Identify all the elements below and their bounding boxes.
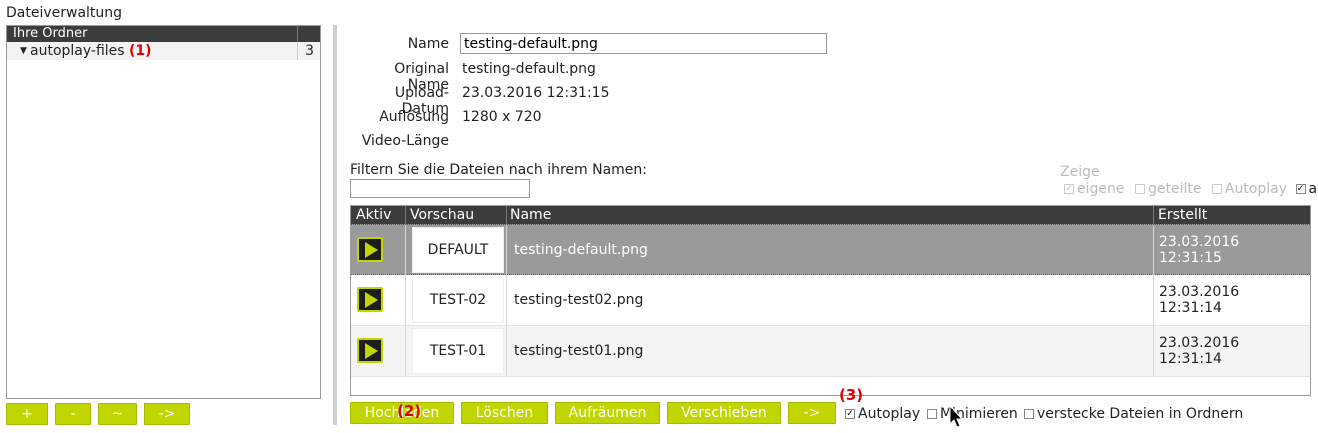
file-name-input[interactable] (460, 33, 827, 54)
show-autoplay-checkbox[interactable] (1211, 184, 1222, 194)
file-table: Aktiv Vorschau Name Erstellt DEFAULT tes… (350, 205, 1311, 396)
folder-panel-header: Ihre Ordner (7, 26, 320, 42)
column-divider (405, 206, 406, 224)
show-autoplay-label: Autoplay (1224, 181, 1288, 197)
created-cell: 23.03.2016 12:31:15 (1159, 234, 1240, 266)
video-length-label: Video-Länge (361, 133, 449, 149)
play-icon[interactable] (357, 338, 383, 363)
show-own-checkbox[interactable]: ✓ (1064, 184, 1074, 194)
show-shared-checkbox[interactable] (1134, 184, 1145, 194)
column-divider (506, 275, 507, 326)
column-header-name[interactable]: Name (510, 206, 551, 224)
folder-header-label: Ihre Ordner (13, 26, 88, 41)
autoplay-checkbox[interactable]: ✓ (845, 409, 855, 419)
hide-files-option[interactable]: verstecke Dateien in Ordnern (1024, 406, 1243, 422)
file-name-cell: testing-test02.png (514, 292, 644, 308)
show-filter-options: ✓eigene geteilte Autoplay ✓alle (1064, 181, 1318, 197)
minimize-option[interactable]: Minimieren (927, 406, 1018, 422)
upload-date-value: 23.03.2016 12:31:15 (462, 85, 610, 101)
show-all-checkbox[interactable]: ✓ (1295, 184, 1306, 194)
table-row[interactable]: TEST-01 testing-test01.png 23.03.2016 12:… (351, 326, 1310, 377)
created-cell: 23.03.2016 12:31:14 (1159, 335, 1240, 367)
play-icon[interactable] (357, 287, 383, 312)
move-folder-button[interactable]: -> (144, 403, 190, 425)
annotation-badge: (2) (397, 402, 422, 420)
folder-name[interactable]: autoplay-files (1) (30, 42, 152, 60)
arrow-button[interactable]: -> (788, 402, 836, 424)
folder-file-count: 3 (305, 43, 314, 59)
move-files-button[interactable]: Verschieben (667, 402, 781, 424)
column-divider (1153, 326, 1154, 377)
filter-input[interactable] (350, 179, 530, 198)
row-divider (297, 42, 298, 60)
preview-thumbnail: TEST-01 (412, 328, 504, 374)
hide-files-checkbox[interactable] (1024, 409, 1034, 419)
app-title: Dateiverwaltung (6, 5, 123, 21)
original-name-value: testing-default.png (462, 61, 596, 77)
column-header-preview[interactable]: Vorschau (410, 206, 474, 224)
rename-folder-button[interactable]: ~ (98, 403, 137, 425)
delete-button[interactable]: Löschen (461, 402, 548, 424)
column-divider (506, 206, 507, 224)
column-header-active[interactable]: Aktiv (356, 206, 391, 224)
created-cell: 23.03.2016 12:31:14 (1159, 284, 1240, 316)
play-icon[interactable] (357, 237, 383, 262)
show-all-label: alle (1308, 181, 1318, 197)
cleanup-button[interactable]: Aufräumen (555, 402, 660, 424)
column-divider (506, 326, 507, 377)
preview-thumbnail: DEFAULT (412, 227, 504, 273)
column-divider (1153, 275, 1154, 326)
mouse-pointer-icon (949, 405, 963, 428)
column-divider (405, 275, 406, 326)
caret-down-icon[interactable]: ▼ (20, 42, 27, 60)
folder-item-autoplay-files[interactable]: ▼ autoplay-files (1) 3 (7, 42, 320, 60)
column-divider (506, 225, 507, 276)
header-divider (297, 26, 298, 42)
table-header: Aktiv Vorschau Name Erstellt (351, 206, 1310, 224)
resolution-value: 1280 x 720 (462, 109, 542, 125)
file-name-cell: testing-default.png (514, 242, 648, 258)
autoplay-option-label: Autoplay (858, 406, 921, 422)
minimize-checkbox[interactable] (927, 409, 937, 419)
column-divider (405, 225, 406, 276)
show-title: Zeige (1060, 164, 1100, 180)
name-label: Name (407, 36, 449, 52)
annotation-badge: (1) (129, 43, 152, 59)
column-divider (1153, 206, 1154, 224)
annotation-badge: (3) (839, 386, 864, 404)
show-shared-label: geteilte (1147, 181, 1202, 197)
column-divider (405, 326, 406, 377)
add-folder-button[interactable]: + (6, 403, 48, 425)
table-row[interactable]: DEFAULT testing-default.png 23.03.2016 12… (351, 224, 1310, 276)
table-row[interactable]: TEST-02 testing-test02.png 23.03.2016 12:… (351, 275, 1310, 326)
autoplay-option[interactable]: ✓ Autoplay (845, 406, 920, 422)
show-own-label: eigene (1077, 181, 1125, 197)
column-header-created[interactable]: Erstellt (1158, 206, 1207, 224)
column-divider (1153, 225, 1154, 276)
resolution-label: Auflösung (379, 109, 449, 125)
folder-panel: Ihre Ordner ▼ autoplay-files (1) 3 (6, 25, 321, 399)
preview-thumbnail: TEST-02 (412, 277, 504, 323)
file-name-cell: testing-test01.png (514, 343, 644, 359)
hide-files-option-label: verstecke Dateien in Ordnern (1037, 406, 1244, 422)
panel-splitter[interactable] (333, 25, 337, 425)
remove-folder-button[interactable]: - (55, 403, 91, 425)
filter-label: Filtern Sie die Dateien nach ihrem Namen… (350, 162, 647, 178)
